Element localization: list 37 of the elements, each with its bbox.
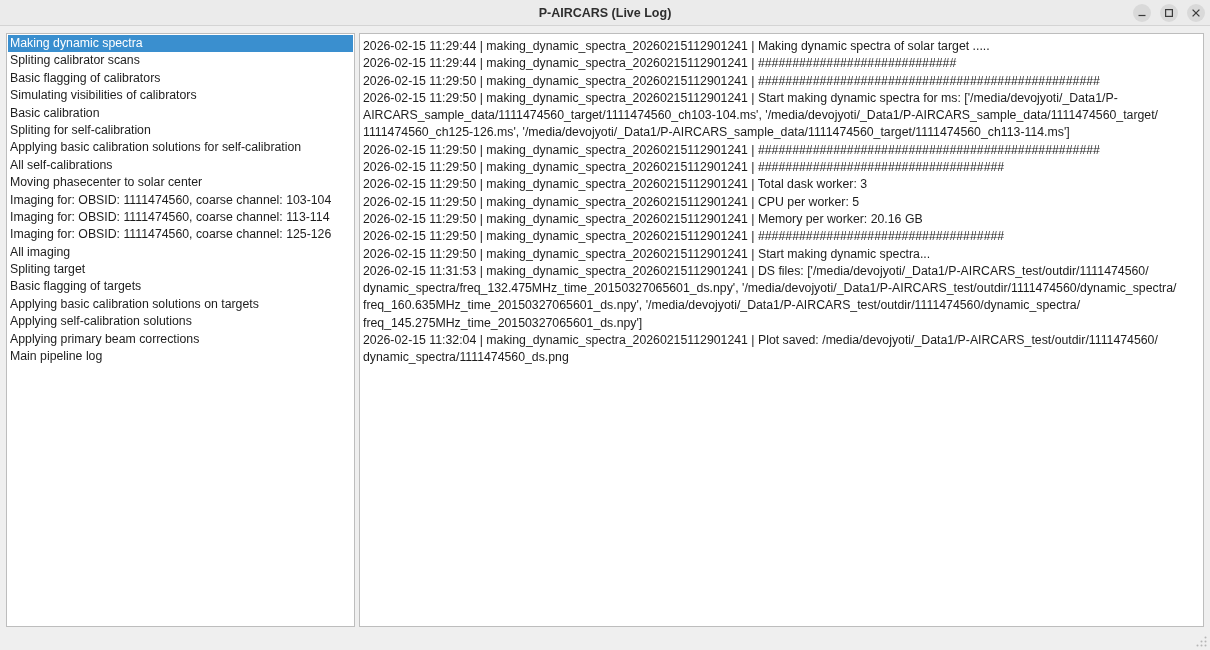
window-title: P-AIRCARS (Live Log)	[538, 5, 672, 20]
resize-grip-icon[interactable]	[1196, 636, 1207, 647]
step-item[interactable]: Spliting calibrator scans	[8, 52, 353, 70]
step-item[interactable]: Imaging for: OBSID: 1111474560, coarse channel: 103-104	[8, 191, 353, 209]
step-item[interactable]: Spliting target	[8, 261, 353, 279]
step-item[interactable]: Moving phasecenter to solar center	[8, 174, 353, 192]
step-item[interactable]: Basic flagging of targets	[8, 278, 353, 296]
maximize-icon	[1165, 8, 1173, 17]
maximize-button[interactable]	[1160, 3, 1178, 22]
log-line: 2026-02-15 11:29:50 | making_dynamic_spectra_20260215112901241 | ##################################################	[363, 141, 1101, 159]
log-line: 2026-02-15 11:29:50 | making_dynamic_spectra_20260215112901241 | Start making dynamic spectra for ms: ['/media/devojyoti/_Data1/P-AIRCARS_sample_data/1111474560_target/1111474560_ch103-104.ms', '/media/devojyoti/_Data1/P-AIRCARS_sample_data/1111474560_target/1111474560_ch125-126.ms', '/media/devojyoti/_Data1/P-AIRCARS_sample_data/1111474560_target/1111474560_ch113-114.ms']	[363, 89, 1159, 142]
step-item[interactable]: Applying self-calibration solutions	[8, 313, 353, 331]
log-line: 2026-02-15 11:29:44 | making_dynamic_spectra_20260215112901241 | #############################	[363, 55, 958, 73]
step-item[interactable]: Basic calibration	[8, 104, 353, 122]
step-item[interactable]: Main pipeline log	[8, 348, 353, 366]
log-line: 2026-02-15 11:32:04 | making_dynamic_spectra_20260215112901241 | Plot saved: /media/devojyoti/_Data1/P-AIRCARS_test/outdir/1111474560/dynamic_spectra/1111474560_ds.png	[363, 332, 1159, 367]
step-item[interactable]: Simulating visibilities of calibrators	[8, 87, 353, 105]
log-line: 2026-02-15 11:29:50 | making_dynamic_spectra_20260215112901241 | ##################################################	[363, 72, 1101, 90]
close-icon	[1192, 8, 1200, 17]
minimize-button[interactable]	[1133, 3, 1151, 22]
step-item[interactable]: Imaging for: OBSID: 1111474560, coarse channel: 125-126	[8, 226, 353, 244]
log-line: 2026-02-15 11:29:50 | making_dynamic_spectra_20260215112901241 | ####################################	[363, 159, 1006, 177]
step-item[interactable]: Basic flagging of calibrators	[8, 69, 353, 88]
log-line: 2026-02-15 11:29:44 | making_dynamic_spectra_20260215112901241 | Making dynamic spectra of solar target .....	[363, 38, 991, 55]
log-line: 2026-02-15 11:29:50 | making_dynamic_spectra_20260215112901241 | ####################################	[363, 228, 1006, 246]
log-line: 2026-02-15 11:29:50 | making_dynamic_spectra_20260215112901241 | Start making dynamic spectra...	[363, 245, 932, 263]
log-line: 2026-02-15 11:29:50 | making_dynamic_spectra_20260215112901241 | Total dask worker: 3	[363, 176, 869, 194]
log-line: 2026-02-15 11:29:50 | making_dynamic_spectra_20260215112901241 | CPU per worker: 5	[363, 193, 861, 211]
step-item[interactable]: Spliting for self-calibration	[8, 121, 353, 140]
step-item[interactable]: All self-calibrations	[8, 156, 353, 175]
step-item[interactable]: Applying primary beam corrections	[8, 330, 353, 349]
step-item[interactable]: Applying basic calibration solutions for self-calibration	[8, 139, 353, 157]
step-item[interactable]: Applying basic calibration solutions on targets	[8, 295, 353, 314]
step-item[interactable]: Imaging for: OBSID: 1111474560, coarse channel: 113-114	[8, 208, 353, 227]
log-line: 2026-02-15 11:29:50 | making_dynamic_spectra_20260215112901241 | Memory per worker: 20.16 GB	[363, 210, 924, 228]
step-item[interactable]: All imaging	[8, 243, 353, 262]
close-button[interactable]	[1187, 3, 1205, 22]
